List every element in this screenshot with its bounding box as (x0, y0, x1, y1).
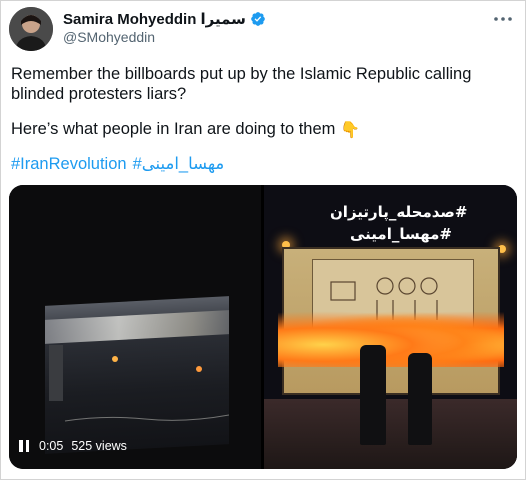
photo-hashtag-top: #صدمحله_پارتیزان (330, 203, 468, 221)
street-ground (264, 399, 517, 469)
tweet-text-line2-label: Here’s what people in Iran are doing to … (11, 120, 336, 138)
pause-icon[interactable] (19, 440, 31, 452)
hashtag-link-mahsa-amini[interactable]: #مهسا_امینی (133, 154, 225, 174)
video-views: 525 views (71, 439, 127, 453)
author-display-name[interactable]: Samira Mohyeddin سميرا (63, 10, 246, 28)
video-time: 0:05 (39, 439, 64, 453)
tweet-text-line1: Remember the billboards put up by the Is… (11, 65, 472, 103)
more-options-icon[interactable] (493, 9, 513, 29)
photo-burning-billboard[interactable]: #صدمحله_پارتیزان #مهسا_امینی (264, 185, 517, 469)
billboard-flames (278, 311, 504, 367)
photo-hashtag-bottom: #مهسا_امینی (350, 225, 453, 243)
person-silhouette (360, 345, 386, 445)
tweet-text-line2: Here’s what people in Iran are doing to … (11, 119, 360, 141)
pointing-down-emoji-icon: 👇 (340, 122, 360, 139)
video-frame-scene (49, 345, 229, 422)
hashtag-link-iranrevolution[interactable]: #IranRevolution (11, 154, 127, 174)
avatar-photo (9, 7, 53, 51)
author-handle[interactable]: @SMohyeddin (63, 29, 155, 45)
tweet-card: Samira Mohyeddin سميرا @SMohyeddin Remem… (0, 0, 526, 480)
video-player[interactable]: 0:05 525 views (9, 185, 261, 469)
author-avatar[interactable] (9, 7, 53, 51)
author-name-row: Samira Mohyeddin سميرا (63, 9, 266, 29)
tweet-hashtags: #IranRevolution #مهسا_امینی (11, 154, 224, 174)
verified-badge-icon (251, 12, 265, 26)
tweet-media: 0:05 525 views #صدمحله_پارتیزان #مهسا_ام… (9, 185, 517, 469)
video-controls: 0:05 525 views (19, 439, 127, 453)
person-silhouette (408, 353, 432, 445)
